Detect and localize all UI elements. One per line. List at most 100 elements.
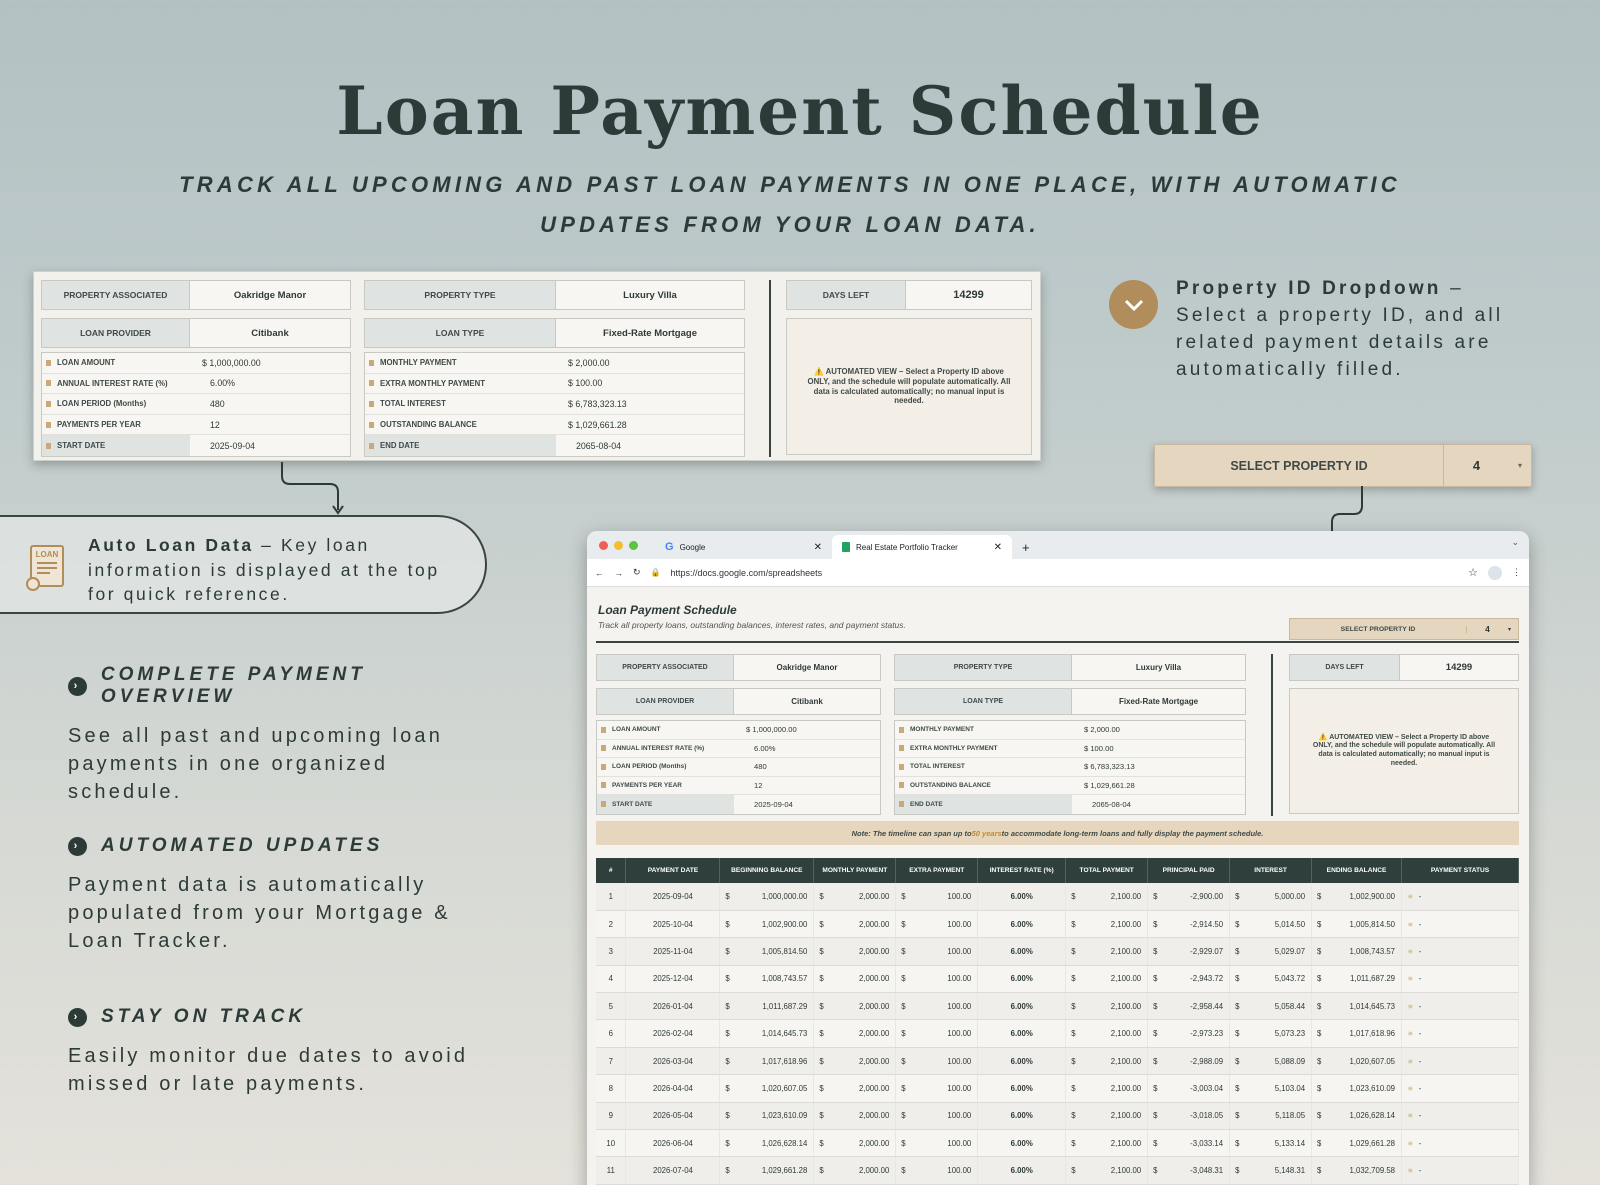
table-cell[interactable]: $2,000.00 bbox=[813, 910, 897, 939]
table-cell[interactable]: $1,017,618.96 bbox=[1311, 1019, 1403, 1048]
table-cell[interactable]: $1,020,607.05 bbox=[1311, 1047, 1403, 1076]
more-icon[interactable]: ⋮ bbox=[1512, 567, 1521, 578]
table-cell[interactable]: $5,088.09 bbox=[1229, 1047, 1313, 1076]
table-cell[interactable]: $ -2,900.00 bbox=[1147, 883, 1231, 911]
table-cell[interactable]: $1,023,610.09 bbox=[719, 1102, 815, 1131]
loan-detail-value[interactable]: 2065-08-04 bbox=[1072, 795, 1131, 814]
maximize-window-icon[interactable] bbox=[629, 541, 638, 550]
table-cell[interactable]: $100.00 bbox=[895, 1156, 979, 1185]
table-cell[interactable]: $2,000.00 bbox=[813, 937, 897, 966]
table-cell[interactable]: $2,100.00 bbox=[1065, 937, 1149, 966]
property-associated-value[interactable]: Oakridge Manor bbox=[190, 281, 350, 309]
table-cell[interactable]: $2,000.00 bbox=[813, 1102, 897, 1131]
table-cell[interactable]: $ -3,048.31 bbox=[1147, 1156, 1231, 1185]
loan-detail-value[interactable]: 12 bbox=[190, 415, 220, 435]
select-property-value[interactable]: 4 bbox=[1444, 458, 1509, 473]
select-property-dropdown-large[interactable]: SELECT PROPERTY ID 4 ▾ bbox=[1154, 444, 1532, 487]
loan-detail-value[interactable]: $ 1,029,661.28 bbox=[556, 415, 627, 435]
table-cell[interactable]: 6.00% bbox=[977, 1102, 1067, 1131]
table-cell[interactable]: 6.00% bbox=[977, 1019, 1067, 1048]
table-cell[interactable]: 6.00% bbox=[977, 1129, 1067, 1158]
table-cell[interactable]: $1,011,687.29 bbox=[719, 992, 815, 1021]
table-cell[interactable]: $1,023,610.09 bbox=[1311, 1074, 1403, 1103]
table-cell[interactable]: $1,005,814.50 bbox=[719, 937, 815, 966]
table-cell[interactable]: $100.00 bbox=[895, 1047, 979, 1076]
table-cell[interactable]: ≡ - bbox=[1401, 1074, 1519, 1103]
table-cell[interactable]: $2,100.00 bbox=[1065, 910, 1149, 939]
table-cell[interactable]: $1,014,645.73 bbox=[719, 1019, 815, 1048]
table-cell[interactable]: $2,100.00 bbox=[1065, 992, 1149, 1021]
table-cell[interactable]: $2,100.00 bbox=[1065, 1129, 1149, 1158]
column-header[interactable]: MONTHLY PAYMENT bbox=[813, 858, 897, 883]
table-cell[interactable]: 6.00% bbox=[977, 883, 1067, 911]
table-cell[interactable]: $2,100.00 bbox=[1065, 965, 1149, 994]
table-cell[interactable]: $1,032,709.58 bbox=[1311, 1156, 1403, 1185]
table-cell[interactable]: 2026-03-04 bbox=[625, 1047, 721, 1076]
table-cell[interactable]: 6.00% bbox=[977, 965, 1067, 994]
tab-list-icon[interactable]: ⌄ bbox=[1511, 537, 1519, 548]
table-cell[interactable]: ≡ - bbox=[1401, 992, 1519, 1021]
table-cell[interactable]: $5,073.23 bbox=[1229, 1019, 1313, 1048]
column-header[interactable]: PRINCIPAL PAID bbox=[1147, 858, 1231, 883]
table-cell[interactable]: $1,017,618.96 bbox=[719, 1047, 815, 1076]
mini-property-associated-value[interactable]: Oakridge Manor bbox=[734, 655, 880, 680]
table-cell[interactable]: 2025-10-04 bbox=[625, 910, 721, 939]
loan-detail-value[interactable]: 480 bbox=[734, 758, 767, 776]
table-cell[interactable]: $2,100.00 bbox=[1065, 883, 1149, 911]
loan-detail-value[interactable]: $ 100.00 bbox=[556, 374, 602, 394]
forward-icon[interactable]: → bbox=[614, 568, 623, 578]
table-cell[interactable]: $2,100.00 bbox=[1065, 1156, 1149, 1185]
table-cell[interactable]: 6.00% bbox=[977, 1156, 1067, 1185]
table-cell[interactable]: $100.00 bbox=[895, 910, 979, 939]
table-cell[interactable]: 4 bbox=[596, 965, 627, 994]
table-cell[interactable]: $2,100.00 bbox=[1065, 1102, 1149, 1131]
table-cell[interactable]: $100.00 bbox=[895, 1074, 979, 1103]
table-cell[interactable]: 9 bbox=[596, 1102, 627, 1131]
select-property-dropdown[interactable]: SELECT PROPERTY ID 4 ▾ bbox=[1289, 618, 1519, 640]
table-cell[interactable]: 6 bbox=[596, 1019, 627, 1048]
table-cell[interactable]: $5,058.44 bbox=[1229, 992, 1313, 1021]
table-cell[interactable]: 8 bbox=[596, 1074, 627, 1103]
column-header[interactable]: ENDING BALANCE bbox=[1311, 858, 1403, 883]
column-header[interactable]: BEGINNING BALANCE bbox=[719, 858, 815, 883]
table-cell[interactable]: $2,100.00 bbox=[1065, 1074, 1149, 1103]
loan-detail-value[interactable]: $ 1,029,661.28 bbox=[1072, 777, 1135, 795]
loan-detail-value[interactable]: 2025-09-04 bbox=[734, 795, 793, 814]
table-cell[interactable]: ≡ - bbox=[1401, 910, 1519, 939]
close-window-icon[interactable] bbox=[599, 541, 608, 550]
loan-type-value[interactable]: Fixed-Rate Mortgage bbox=[556, 319, 744, 347]
profile-avatar[interactable] bbox=[1488, 565, 1502, 580]
star-icon[interactable]: ☆ bbox=[1468, 566, 1478, 579]
table-cell[interactable]: $5,148.31 bbox=[1229, 1156, 1313, 1185]
table-cell[interactable]: 3 bbox=[596, 937, 627, 966]
table-cell[interactable]: ≡ - bbox=[1401, 937, 1519, 966]
table-cell[interactable]: 2026-01-04 bbox=[625, 992, 721, 1021]
table-cell[interactable]: $1,000,000.00 bbox=[719, 883, 815, 911]
table-cell[interactable]: $1,002,900.00 bbox=[719, 910, 815, 939]
reload-icon[interactable]: ↻ bbox=[633, 567, 641, 578]
table-cell[interactable]: 1 bbox=[596, 883, 627, 911]
column-header[interactable]: PAYMENT STATUS bbox=[1401, 858, 1519, 883]
table-cell[interactable]: $ -3,018.05 bbox=[1147, 1102, 1231, 1131]
table-cell[interactable]: $ -2,943.72 bbox=[1147, 965, 1231, 994]
table-cell[interactable]: $ -2,929.07 bbox=[1147, 937, 1231, 966]
loan-detail-value[interactable]: $ 2,000.00 bbox=[556, 353, 610, 373]
table-cell[interactable]: 2026-06-04 bbox=[625, 1129, 721, 1158]
table-cell[interactable]: ≡ - bbox=[1401, 965, 1519, 994]
table-cell[interactable]: 2026-05-04 bbox=[625, 1102, 721, 1131]
new-tab-icon[interactable]: + bbox=[1012, 535, 1040, 559]
table-cell[interactable]: 6.00% bbox=[977, 992, 1067, 1021]
table-cell[interactable]: $5,133.14 bbox=[1229, 1129, 1313, 1158]
table-cell[interactable]: $2,000.00 bbox=[813, 965, 897, 994]
table-cell[interactable]: ≡ - bbox=[1401, 1102, 1519, 1131]
loan-detail-value[interactable]: 6.00% bbox=[734, 740, 776, 758]
table-cell[interactable]: 2026-04-04 bbox=[625, 1074, 721, 1103]
table-cell[interactable]: $100.00 bbox=[895, 1019, 979, 1048]
column-header[interactable]: PAYMENT DATE bbox=[625, 858, 721, 883]
loan-detail-value[interactable]: $ 100.00 bbox=[1072, 740, 1114, 758]
table-cell[interactable]: $1,026,628.14 bbox=[1311, 1102, 1403, 1131]
table-cell[interactable]: $100.00 bbox=[895, 883, 979, 911]
back-icon[interactable]: ← bbox=[595, 568, 604, 578]
table-cell[interactable]: $5,118.05 bbox=[1229, 1102, 1313, 1131]
table-cell[interactable]: $5,103.04 bbox=[1229, 1074, 1313, 1103]
